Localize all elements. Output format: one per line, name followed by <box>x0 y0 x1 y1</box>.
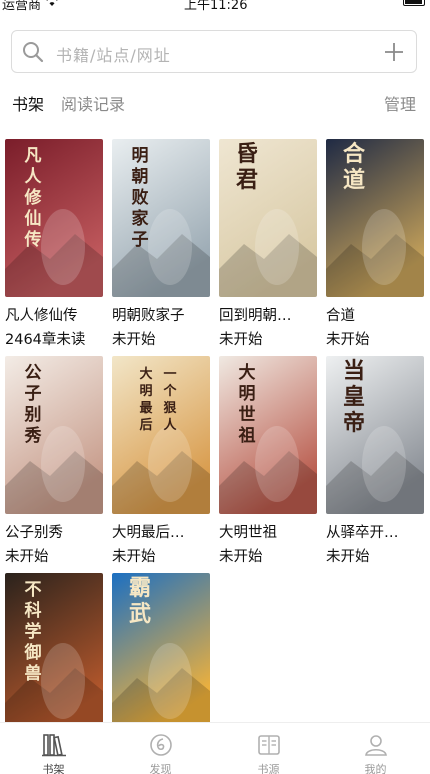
book-cover-title: 合道 <box>343 141 366 193</box>
book-cover-title: 公子别秀 <box>24 363 42 446</box>
search-placeholder: 书籍/站点/网址 <box>56 46 171 65</box>
book-read-status: 未开始 <box>326 332 370 348</box>
book-read-status: 未开始 <box>219 332 263 348</box>
book-title: 从驿卒开… <box>326 525 399 541</box>
tab-bar-discover[interactable]: 发现 <box>107 723 214 774</box>
book-cover-title: 凡人修仙传 <box>24 146 43 250</box>
book-read-status: 未开始 <box>219 549 263 565</box>
book-cover[interactable]: 昏君 <box>219 139 317 297</box>
book-read-status: 2464章未读 <box>5 332 86 348</box>
book-read-status: 未开始 <box>112 332 156 348</box>
wifi-icon <box>46 0 58 6</box>
bottom-tab-bar: 书架 发现 书源 我的 <box>0 722 430 774</box>
book-cover[interactable]: 当皇帝 <box>326 356 424 514</box>
book-cover-title: 不科学御兽 <box>24 580 42 684</box>
search-input[interactable]: 书籍/站点/网址 <box>11 30 417 73</box>
book-read-status: 未开始 <box>112 549 156 565</box>
book-title: 大明最后… <box>112 525 185 541</box>
book-title: 明朝败家子 <box>112 308 185 324</box>
book-title: 合道 <box>326 308 355 324</box>
book-cover[interactable]: 霸武 <box>112 573 210 731</box>
status-bar: 运营商 上午11:26 <box>0 0 430 14</box>
battery-icon <box>403 0 425 6</box>
tab-bookshelf[interactable]: 书架 <box>12 91 44 115</box>
book-read-status: 未开始 <box>326 549 370 565</box>
book-cover-title: 霸武 <box>129 575 151 627</box>
book-cover[interactable]: 明朝败家子 <box>112 139 210 297</box>
discover-icon <box>150 734 172 756</box>
book-cover[interactable]: 凡人修仙传 <box>5 139 103 297</box>
book-cover[interactable]: 大明最后一个狠人 <box>112 356 210 514</box>
book-cover[interactable]: 合道 <box>326 139 424 297</box>
tab-bar-label: 书源 <box>257 763 280 774</box>
bookshelf-icon <box>42 734 66 757</box>
book-cover[interactable]: 不科学御兽 <box>5 573 103 731</box>
book-source-icon <box>258 735 280 755</box>
book-title: 大明世祖 <box>219 525 277 541</box>
status-time: 上午11:26 <box>184 0 248 13</box>
add-icon[interactable] <box>384 42 404 62</box>
tab-bar-label: 发现 <box>149 763 172 774</box>
book-cover-title: 昏君 <box>236 141 258 193</box>
tab-bar-profile[interactable]: 我的 <box>322 723 429 774</box>
book-cover-title: 明朝败家子 <box>132 146 149 250</box>
book-cover[interactable]: 大明世祖 <box>219 356 317 514</box>
book-title: 回到明朝… <box>219 308 292 324</box>
search-icon <box>23 42 44 63</box>
book-title: 凡人修仙传 <box>5 308 78 324</box>
book-cover-title: 当皇帝 <box>343 358 365 436</box>
tab-reading-history[interactable]: 阅读记录 <box>61 91 125 115</box>
book-read-status: 未开始 <box>5 549 49 565</box>
tab-bar-bookshelf[interactable]: 书架 <box>0 723 107 774</box>
book-title: 公子别秀 <box>5 525 63 541</box>
manage-button[interactable]: 管理 <box>384 91 416 115</box>
profile-icon <box>365 735 387 756</box>
tab-bar-label: 书架 <box>42 763 65 774</box>
book-cover[interactable]: 公子别秀 <box>5 356 103 514</box>
tab-bar-label: 我的 <box>364 763 387 774</box>
carrier-label: 运营商 <box>2 0 42 13</box>
tab-bar-book-source[interactable]: 书源 <box>215 723 322 774</box>
